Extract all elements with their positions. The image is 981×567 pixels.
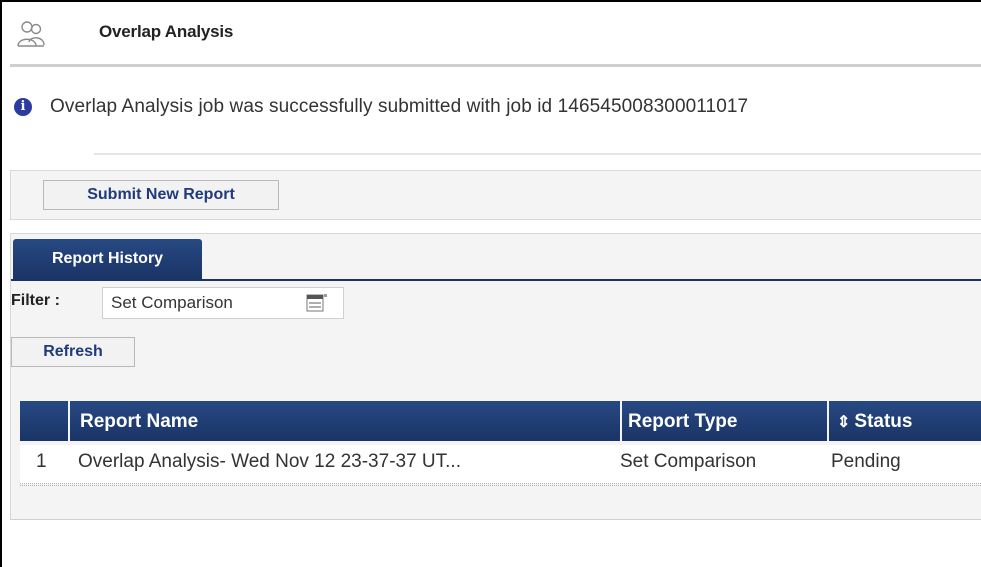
page-frame: Overlap Analysis i Overlap Analysis job … <box>0 0 981 567</box>
column-header-index <box>20 401 68 441</box>
tab-report-history[interactable]: Report History <box>13 239 202 279</box>
sort-icon[interactable]: ⇕ <box>837 414 850 431</box>
page-header: Overlap Analysis <box>2 2 981 66</box>
submit-new-report-button[interactable]: Submit New Report <box>43 180 279 210</box>
filter-select[interactable]: Set Comparison <box>102 287 344 319</box>
message-divider <box>94 153 981 155</box>
row-report-type: Set Comparison <box>620 451 757 472</box>
row-report-name[interactable]: Overlap Analysis- Wed Nov 12 23-37-37 UT… <box>78 451 461 473</box>
table-divider <box>20 484 981 486</box>
people-icon <box>17 21 45 47</box>
refresh-button[interactable]: Refresh <box>11 337 135 367</box>
table-row[interactable]: 1 Overlap Analysis- Wed Nov 12 23-37-37 … <box>20 445 981 484</box>
filter-label: Filter : <box>11 292 60 309</box>
column-header-report-type[interactable]: Report Type <box>622 401 827 441</box>
dropdown-list-icon[interactable] <box>306 293 328 313</box>
table-header: Report Name Report Type ⇕ Status <box>20 401 981 441</box>
column-header-status-label: Status <box>854 411 913 432</box>
column-header-status[interactable]: ⇕ Status <box>829 401 981 441</box>
filter-select-value: Set Comparison <box>111 293 233 312</box>
report-history-panel: Report History Filter : Set Comparison R… <box>10 233 981 375</box>
report-table: Report Name Report Type ⇕ Status 1 Overla… <box>10 373 981 520</box>
submit-panel: Submit New Report <box>10 170 981 220</box>
status-message-text: Overlap Analysis job was successfully su… <box>50 96 749 117</box>
tab-underline <box>11 279 981 281</box>
column-header-report-name[interactable]: Report Name <box>70 401 620 441</box>
page-title: Overlap Analysis <box>99 22 234 41</box>
row-index: 1 <box>36 451 47 472</box>
row-status: Pending <box>831 451 901 472</box>
info-icon: i <box>14 98 32 116</box>
header-divider <box>10 64 981 67</box>
status-message: i Overlap Analysis job was successfully … <box>10 94 981 124</box>
